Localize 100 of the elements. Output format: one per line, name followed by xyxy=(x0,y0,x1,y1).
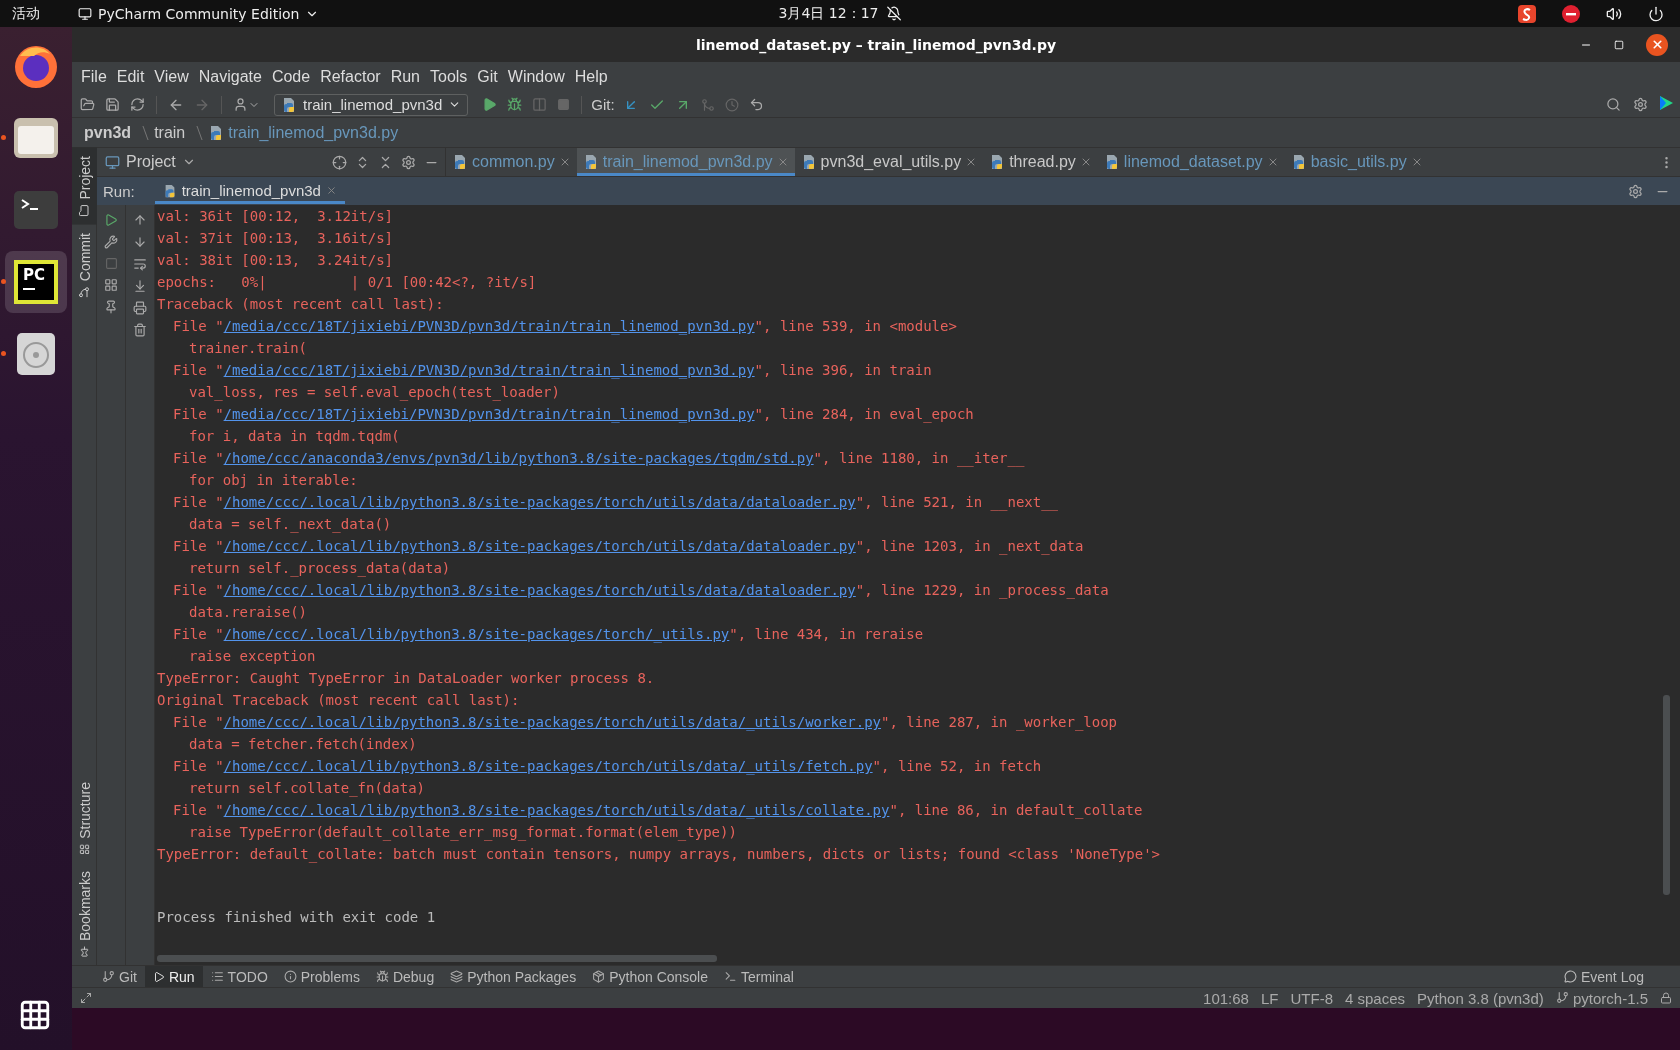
branch-widget[interactable]: pytorch-1.5 xyxy=(1555,989,1648,1007)
traceback-line: File "/home/ccc/.local/lib/python3.8/site-packages/torch/utils/data/_utils/collate.py", line 86, in default_collate xyxy=(172,801,1144,821)
console-line: for obj in iterable: xyxy=(188,471,359,490)
file-link[interactable]: /media/ccc/18T/jixiebi/PVN3D/pvn3d/train/train_linemod_pvn3d.py xyxy=(223,318,755,334)
python-file-icon xyxy=(452,154,468,170)
editor-tab[interactable]: linemod_dataset.py xyxy=(1097,148,1285,176)
traceback-line: File "/media/ccc/18T/jixiebi/PVN3D/pvn3d/train/train_linemod_pvn3d.py", line 396, in train xyxy=(172,361,933,381)
terminal-icon xyxy=(724,970,737,983)
menu-item[interactable]: Window xyxy=(502,68,570,86)
pycharm-logo[interactable]: PC xyxy=(14,260,58,304)
settings-icon[interactable] xyxy=(401,154,416,170)
trash-icon[interactable] xyxy=(133,323,147,337)
file-link[interactable]: /home/ccc/.local/lib/python3.8/site-packages/torch/utils/data/dataloader.py xyxy=(223,494,856,510)
search-icon[interactable] xyxy=(1604,95,1623,114)
save-icon[interactable] xyxy=(103,95,122,114)
scroll-end-icon[interactable] xyxy=(133,279,147,293)
menu-item[interactable]: Help xyxy=(569,68,613,86)
status-item[interactable]: LF xyxy=(1260,989,1279,1007)
menu-item[interactable]: View xyxy=(149,68,194,86)
tool-window-tab[interactable]: Terminal xyxy=(716,966,802,987)
editor-tab[interactable]: basic_utils.py xyxy=(1284,148,1429,176)
tool-window-tab[interactable]: Git xyxy=(94,966,145,987)
tool-window-tab[interactable]: Debug xyxy=(367,966,443,987)
folder-icon[interactable] xyxy=(14,118,58,158)
lock-icon[interactable] xyxy=(1660,992,1672,1004)
file-link[interactable]: /home/ccc/anaconda3/envs/pvn3d/lib/python3.8/site-packages/tqdm/std.py xyxy=(223,450,814,466)
close-button[interactable] xyxy=(1646,33,1668,56)
wrap-icon[interactable] xyxy=(133,257,147,271)
layout-toggle-icon[interactable] xyxy=(80,992,92,1004)
settings-icon[interactable] xyxy=(1631,95,1650,114)
wrench-icon[interactable] xyxy=(104,235,118,249)
breadcrumb-item[interactable]: train xyxy=(154,123,186,142)
menu-item[interactable]: Refactor xyxy=(315,68,386,86)
breadcrumb-item[interactable]: train_linemod_pvn3d.py xyxy=(228,123,399,142)
scrollbar[interactable] xyxy=(157,955,717,962)
clock[interactable]: 3月4日 12：17 xyxy=(778,4,879,23)
traceback-line: File "/home/ccc/anaconda3/envs/pvn3d/lib/python3.8/site-packages/tqdm/std.py", line 1180, in __iter__ xyxy=(172,449,1026,469)
activities-button[interactable]: 活动 xyxy=(12,4,40,23)
rerun-icon[interactable] xyxy=(104,213,118,227)
file-link[interactable]: /home/ccc/.local/lib/python3.8/site-packages/torch/utils/data/dataloader.py xyxy=(223,538,856,554)
traceback-line: File "/home/ccc/.local/lib/python3.8/site-packages/torch/utils/data/dataloader.py", line 1229, in _process_data xyxy=(172,581,1110,601)
editor-tab[interactable]: thread.py xyxy=(983,148,1098,176)
side-tab[interactable]: Bookmarks xyxy=(72,862,97,965)
file-link[interactable]: /home/ccc/.local/lib/python3.8/site-packages/torch/utils/data/_utils/worker.py xyxy=(223,714,882,730)
event-log-button[interactable]: Event Log xyxy=(1563,966,1680,987)
print-icon[interactable] xyxy=(133,301,147,315)
side-tab[interactable]: Commit xyxy=(72,224,97,306)
console-line: data = fetcher.fetch(index) xyxy=(188,735,418,754)
file-link[interactable]: /home/ccc/.local/lib/python3.8/site-packages/torch/utils/data/dataloader.py xyxy=(223,582,856,598)
menu-item[interactable]: Git xyxy=(472,68,503,86)
commit-icon xyxy=(78,285,91,298)
volume-icon[interactable] xyxy=(1606,5,1622,22)
scrollbar[interactable] xyxy=(1663,695,1670,895)
menu-item[interactable]: Code xyxy=(266,68,316,86)
close-tab-icon[interactable] xyxy=(325,185,337,196)
info-icon xyxy=(283,970,297,983)
tool-window-tab[interactable]: Python Console xyxy=(584,966,716,987)
file-link[interactable]: /home/ccc/.local/lib/python3.8/site-packages/torch/utils/data/_utils/collate.py xyxy=(223,802,890,818)
editor-tab[interactable]: pvn3d_eval_utils.py xyxy=(794,148,984,176)
logo-icon[interactable] xyxy=(1658,95,1674,111)
maximize-button[interactable] xyxy=(1614,39,1624,50)
status-item[interactable]: 101:68 xyxy=(1203,989,1249,1007)
breadcrumb-item[interactable]: pvn3d xyxy=(84,123,132,142)
file-link[interactable]: /home/ccc/.local/lib/python3.8/site-packages/torch/_utils.py xyxy=(223,626,730,642)
app-grid-icon[interactable] xyxy=(18,998,52,1032)
blocked-icon[interactable] xyxy=(1562,4,1580,23)
console-line: val: 38it [00:13, 3.24it/s] xyxy=(157,251,394,270)
sync-icon[interactable] xyxy=(128,95,147,114)
side-tab[interactable]: Structure xyxy=(72,774,97,863)
editor-tab[interactable]: common.py xyxy=(446,148,577,176)
tool-window-tab[interactable]: TODO xyxy=(202,966,276,987)
menu-item[interactable]: Edit xyxy=(111,68,150,86)
settings-icon[interactable] xyxy=(1628,183,1643,199)
file-link[interactable]: /home/ccc/.local/lib/python3.8/site-packages/torch/utils/data/_utils/fetch.py xyxy=(223,758,873,774)
terminal-icon[interactable] xyxy=(14,191,58,229)
file-link[interactable]: /media/ccc/18T/jixiebi/PVN3D/pvn3d/train/train_linemod_pvn3d.py xyxy=(223,362,755,378)
run-config-dropdown[interactable]: train_linemod_pvn3d xyxy=(274,93,469,116)
menu-item[interactable]: Tools xyxy=(425,68,473,86)
menu-item[interactable]: Run xyxy=(385,68,425,86)
tool-window-tab[interactable]: Run xyxy=(144,966,203,987)
file-link[interactable]: /media/ccc/18T/jixiebi/PVN3D/pvn3d/train/train_linemod_pvn3d.py xyxy=(223,406,755,422)
down-arrow-icon[interactable] xyxy=(133,235,147,249)
console-line: Original Traceback (most recent call last): xyxy=(157,691,521,710)
bell-off-icon[interactable] xyxy=(886,6,902,21)
side-tab[interactable]: Project xyxy=(72,148,97,225)
input-method-icon[interactable] xyxy=(1518,4,1536,23)
project-dropdown[interactable]: Project xyxy=(126,153,176,171)
status-item[interactable]: Python 3.8 (pvn3d) xyxy=(1417,989,1544,1007)
app-menu[interactable]: PyCharm Community Edition xyxy=(78,5,320,22)
traceback-line: File "/home/ccc/.local/lib/python3.8/site-packages/torch/utils/data/dataloader.py", line 1203, in _next_data xyxy=(172,537,1085,557)
locate-icon[interactable] xyxy=(332,154,347,170)
tool-window-tab[interactable]: Python Packages xyxy=(442,966,585,987)
status-item[interactable]: 4 spaces xyxy=(1345,989,1406,1007)
layout-icon[interactable] xyxy=(104,278,118,292)
menu-item[interactable]: File xyxy=(76,68,112,86)
pin-icon[interactable] xyxy=(104,300,118,314)
status-item[interactable]: UTF-8 xyxy=(1290,989,1333,1007)
tool-window-tab[interactable]: Problems xyxy=(275,966,368,987)
menu-item[interactable]: Navigate xyxy=(193,68,267,86)
power-icon[interactable] xyxy=(1648,5,1664,22)
